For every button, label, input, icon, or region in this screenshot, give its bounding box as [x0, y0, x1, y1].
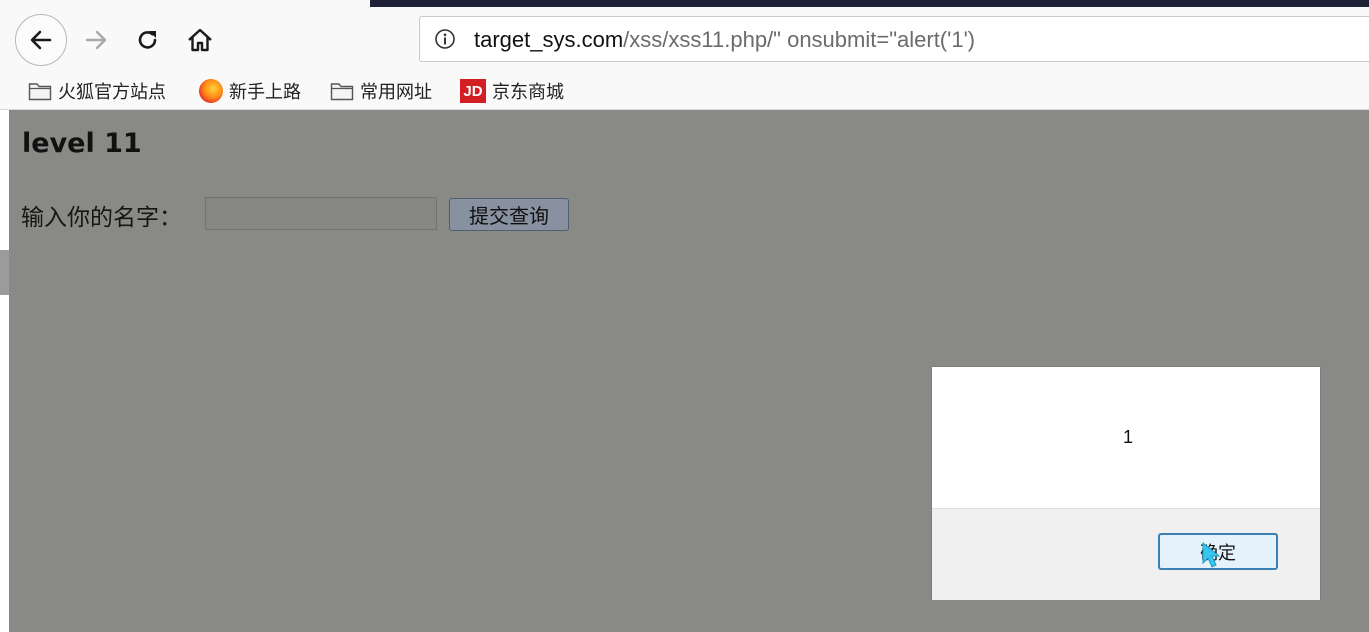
bookmark-label: 火狐官方站点	[58, 82, 166, 103]
forward-button[interactable]	[80, 20, 112, 60]
home-button[interactable]	[184, 20, 216, 60]
folder-icon	[330, 83, 354, 101]
url-path: /xss/xss11.php/" onsubmit="alert('1')	[623, 27, 976, 52]
jd-logo-icon: JD	[460, 79, 486, 103]
bookmark-firefox-official[interactable]: 火狐官方站点	[28, 78, 166, 104]
submit-button[interactable]: 提交查询	[449, 198, 569, 231]
tab-strip-area	[0, 0, 370, 7]
url-text[interactable]: target_sys.com/xss/xss11.php/" onsubmit=…	[474, 27, 975, 53]
forward-arrow-icon	[85, 30, 107, 50]
mouse-cursor-icon	[1202, 541, 1221, 568]
reload-button[interactable]	[132, 20, 164, 60]
firefox-icon	[199, 79, 223, 103]
alert-message-area: 1	[932, 367, 1320, 508]
tab-strip	[370, 0, 1369, 7]
back-button[interactable]	[15, 14, 67, 66]
alert-message: 1	[1123, 427, 1134, 447]
back-arrow-icon	[30, 30, 52, 50]
home-icon	[188, 28, 212, 52]
bookmark-getting-started[interactable]: 新手上路	[199, 78, 301, 104]
bookmark-jd-mall[interactable]: JD 京东商城	[460, 78, 564, 104]
page-title: level 11	[22, 128, 142, 159]
side-edge-marker	[0, 250, 9, 295]
url-host: target_sys.com	[474, 27, 624, 52]
bookmark-label: 常用网址	[360, 82, 432, 103]
folder-icon	[28, 83, 52, 101]
name-input[interactable]	[205, 197, 437, 230]
bookmark-label: 新手上路	[229, 82, 301, 103]
info-icon[interactable]	[434, 28, 456, 50]
bookmark-label: 京东商城	[492, 82, 564, 103]
bookmark-common-sites[interactable]: 常用网址	[330, 78, 432, 104]
reload-icon	[138, 31, 157, 49]
name-label: 输入你的名字：	[21, 205, 182, 231]
navigation-toolbar: target_sys.com/xss/xss11.php/" onsubmit=…	[0, 7, 1369, 73]
side-edge	[0, 110, 9, 632]
alert-dialog: 1 确定	[931, 366, 1321, 600]
bookmarks-toolbar: 火狐官方站点 新手上路 常用网址 JD 京东商城	[0, 73, 1369, 110]
alert-footer: 确定	[932, 508, 1320, 600]
address-bar[interactable]: target_sys.com/xss/xss11.php/" onsubmit=…	[419, 16, 1369, 62]
